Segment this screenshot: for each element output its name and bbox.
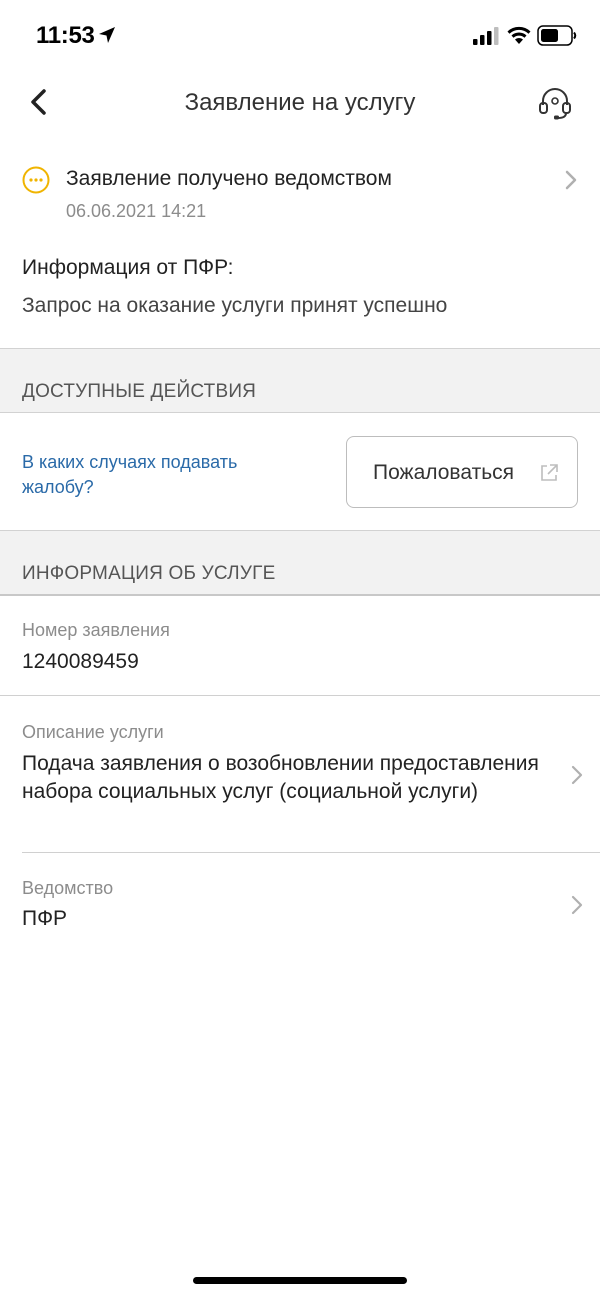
status-text: Заявление получено ведомством — [66, 167, 392, 190]
service-description-label: Описание услуги — [22, 722, 164, 742]
nav-bar: Заявление на услугу — [0, 70, 600, 134]
application-status-row[interactable]: Заявление получено ведомством 06.06.2021… — [0, 158, 600, 228]
status-time: 11:53 — [36, 22, 95, 49]
service-description-value: Подача заявления о возобновлении предост… — [22, 752, 539, 803]
status-pending-icon — [22, 166, 50, 194]
signal-icon — [473, 27, 499, 45]
section-title: ИНФОРМАЦИЯ ОБ УСЛУГЕ — [22, 563, 276, 584]
headset-icon[interactable] — [536, 84, 574, 122]
info-heading: Информация от ПФР: — [22, 256, 234, 279]
info-text: Запрос на оказание услуги принят успешно — [22, 294, 448, 317]
section-header-service-info: ИНФОРМАЦИЯ ОБ УСЛУГЕ — [0, 530, 600, 596]
complaint-button[interactable]: Пожаловаться — [346, 436, 578, 508]
agency-label: Ведомство — [22, 878, 114, 898]
section-header-actions: ДОСТУПНЫЕ ДЕЙСТВИЯ — [0, 348, 600, 413]
home-indicator — [193, 1277, 407, 1284]
status-date: 06.06.2021 14:21 — [66, 201, 207, 221]
agency-row[interactable]: Ведомство ПФР — [0, 853, 600, 953]
complaint-button-label: Пожаловаться — [373, 461, 515, 484]
chevron-right-icon — [565, 170, 577, 190]
battery-icon — [537, 25, 577, 46]
application-number-value: 1240089459 — [22, 650, 139, 673]
wifi-icon — [507, 26, 531, 44]
page-title: Заявление на услугу — [184, 89, 416, 116]
agency-value: ПФР — [22, 907, 68, 930]
chevron-right-icon — [571, 895, 583, 915]
status-bar: 11:53 — [0, 0, 600, 70]
location-arrow-icon — [99, 27, 115, 43]
chevron-right-icon — [571, 765, 583, 785]
section-title: ДОСТУПНЫЕ ДЕЙСТВИЯ — [22, 381, 257, 402]
complaint-info-link[interactable]: В каких случаях подавать жалобу? — [22, 450, 252, 500]
service-description-row[interactable]: Описание услуги Подача заявления о возоб… — [0, 696, 600, 852]
application-number-label: Номер заявления — [22, 620, 170, 640]
external-link-icon — [541, 464, 558, 481]
